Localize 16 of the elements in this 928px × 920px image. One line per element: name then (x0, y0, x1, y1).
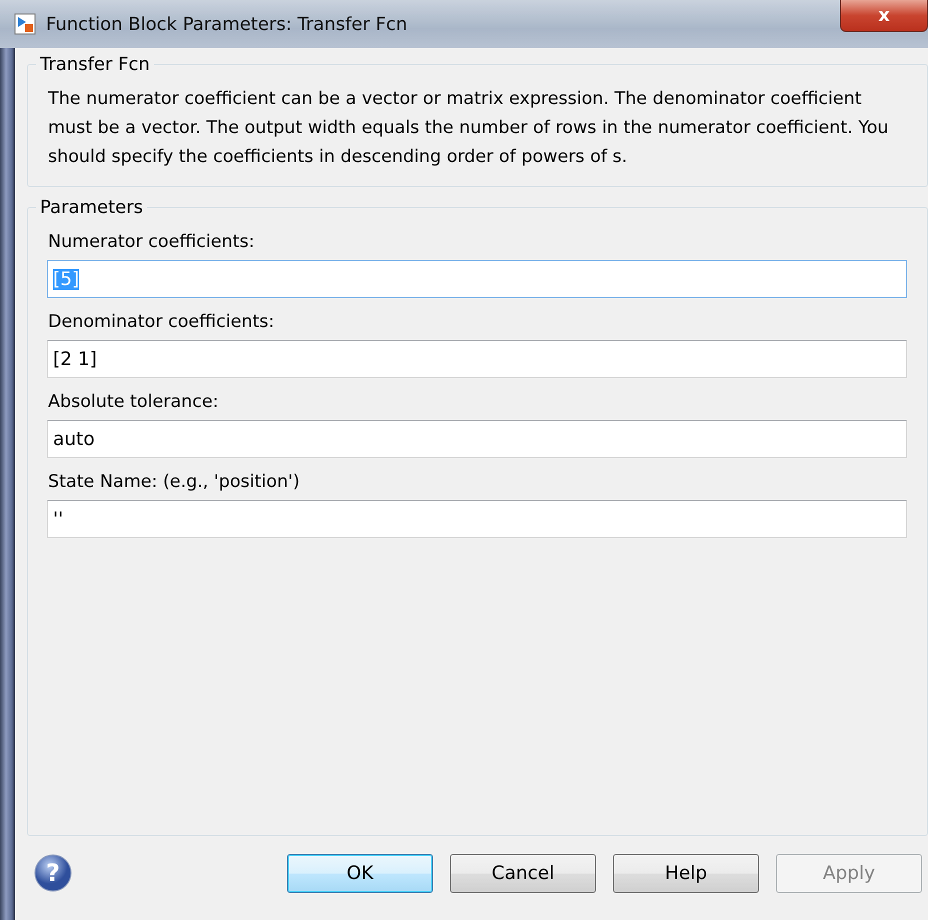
input-field[interactable]: '' (47, 500, 907, 538)
dialog-button[interactable]: Cancel (450, 854, 596, 892)
dialog-button[interactable]: Help (613, 854, 759, 892)
group-title: Parameters (39, 197, 144, 218)
field-label: Absolute tolerance: (48, 392, 220, 412)
field-label: Numerator coefficients: (48, 232, 256, 252)
description-text: The numerator coefficient can be a vector or matrix expression. The denominator coefficient must be a vector. The output width equals the number of rows in the numerator coefficient. You should specify the coefficients in descending order of powers of s. (48, 88, 890, 169)
window-title: Function Block Parameters: Transfer Fcn (46, 14, 408, 34)
close-button[interactable]: x (840, 0, 928, 32)
field-label: Denominator coefficients: (48, 312, 276, 332)
input-field[interactable]: [2 1] (47, 340, 907, 378)
input-field[interactable]: auto (47, 420, 907, 458)
field-label: State Name: (e.g., 'position') (48, 472, 301, 492)
dialog-button[interactable]: OK (287, 854, 433, 892)
group-title: Transfer Fcn (39, 54, 151, 75)
block-diagram-icon (14, 13, 36, 35)
